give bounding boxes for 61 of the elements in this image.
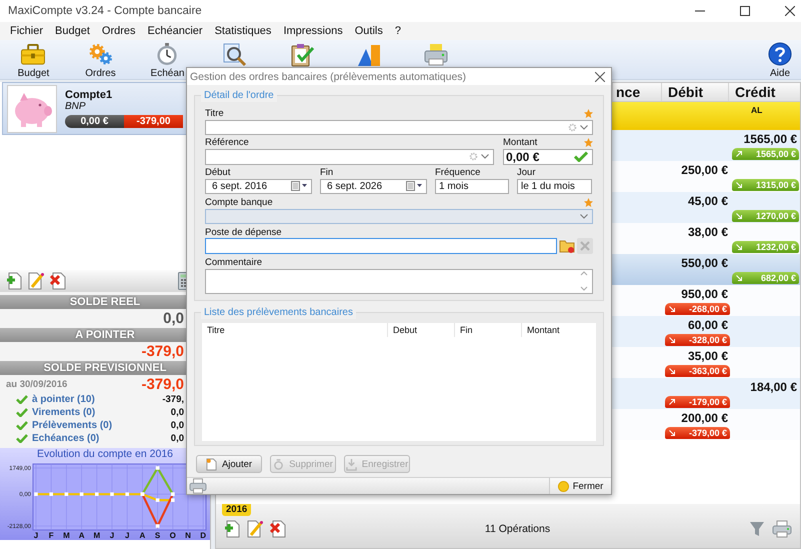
summary-value: 0,0 [170,407,184,418]
debit-amount: 38,00 € [686,225,729,240]
field-label: Titre [205,108,224,119]
balance-amount: 1232,00 € [756,242,796,252]
credit-amount: 1565,00 € [742,132,798,147]
balance-value: 0,0 [163,310,184,327]
field-label: Montant [503,136,538,148]
balance-amount: -379,00 € [688,428,727,438]
balance-amount: -328,00 € [688,335,727,345]
field-label: Jour [517,166,536,178]
debit-amount: 950,00 € [680,287,729,302]
summary-value: 0,0 [170,420,184,431]
debit-amount: 550,00 € [680,256,729,271]
month-label: M [93,531,100,540]
month-label: O [170,531,176,540]
month-label: J [124,531,130,540]
month-label: A [78,531,84,540]
dialog-title: Gestion des ordres bancaires (prélèvements automatiques) [190,70,466,82]
balance-amount: 682,00 € [760,273,796,283]
summary-value: 0,0 [170,433,184,444]
month-label: F [48,531,54,540]
balance-bar: 0,00 € [65,115,124,128]
group-legend: Liste des prélèvements bancaires [201,306,356,319]
balance-amount: 1315,00 € [756,180,796,190]
balance-amount: 1270,00 € [756,211,796,221]
month-label: J [110,531,114,540]
balance-amount: 1565,00 € [756,149,796,159]
group-label: AL [750,104,764,117]
field-label: Fréquence [435,166,482,178]
debit-amount: 250,00 € [680,163,729,178]
month-label: J [34,531,38,540]
group-legend: Détail de l'ordre [201,89,277,102]
field-label: Début [205,166,232,178]
bank-name: BNP [65,101,87,112]
balance-value: -379,0 [141,343,184,360]
field-label: Fin [320,166,334,178]
forecast-date: au 30/09/2016 [6,378,68,390]
month-label: S [154,531,160,540]
balance-amount: -179,00 € [688,397,727,407]
summary-value: -379, [162,394,184,405]
window-title: MaxiCompte v3.24 - Compte bancaire [8,5,202,17]
month-label: D [200,531,206,540]
balance-amount: -268,00 € [688,304,727,314]
debit-amount: 45,00 € [686,194,729,209]
balance-value: -379,0 [141,376,184,392]
field-label: Commentaire [205,256,264,268]
month-label: N [185,531,191,540]
chart-title: Evolution du compte en 2016 [36,448,173,460]
balance-amount: -363,00 € [688,366,727,376]
account-name: Compte1 [65,89,114,101]
debit-amount: 60,00 € [686,318,729,333]
field-label: Référence [205,136,249,148]
debit-amount: 35,00 € [686,349,729,364]
field-label: Poste de dépense [205,226,283,238]
month-label: M [63,531,70,540]
month-label: A [140,531,146,540]
debit-amount: 200,00 € [680,411,729,426]
credit-amount: 184,00 € [749,380,798,395]
forecast-bar: -379,00 [124,115,183,128]
field-label: Compte banque [205,196,273,208]
operation-count: 11 Opérations [484,523,552,535]
